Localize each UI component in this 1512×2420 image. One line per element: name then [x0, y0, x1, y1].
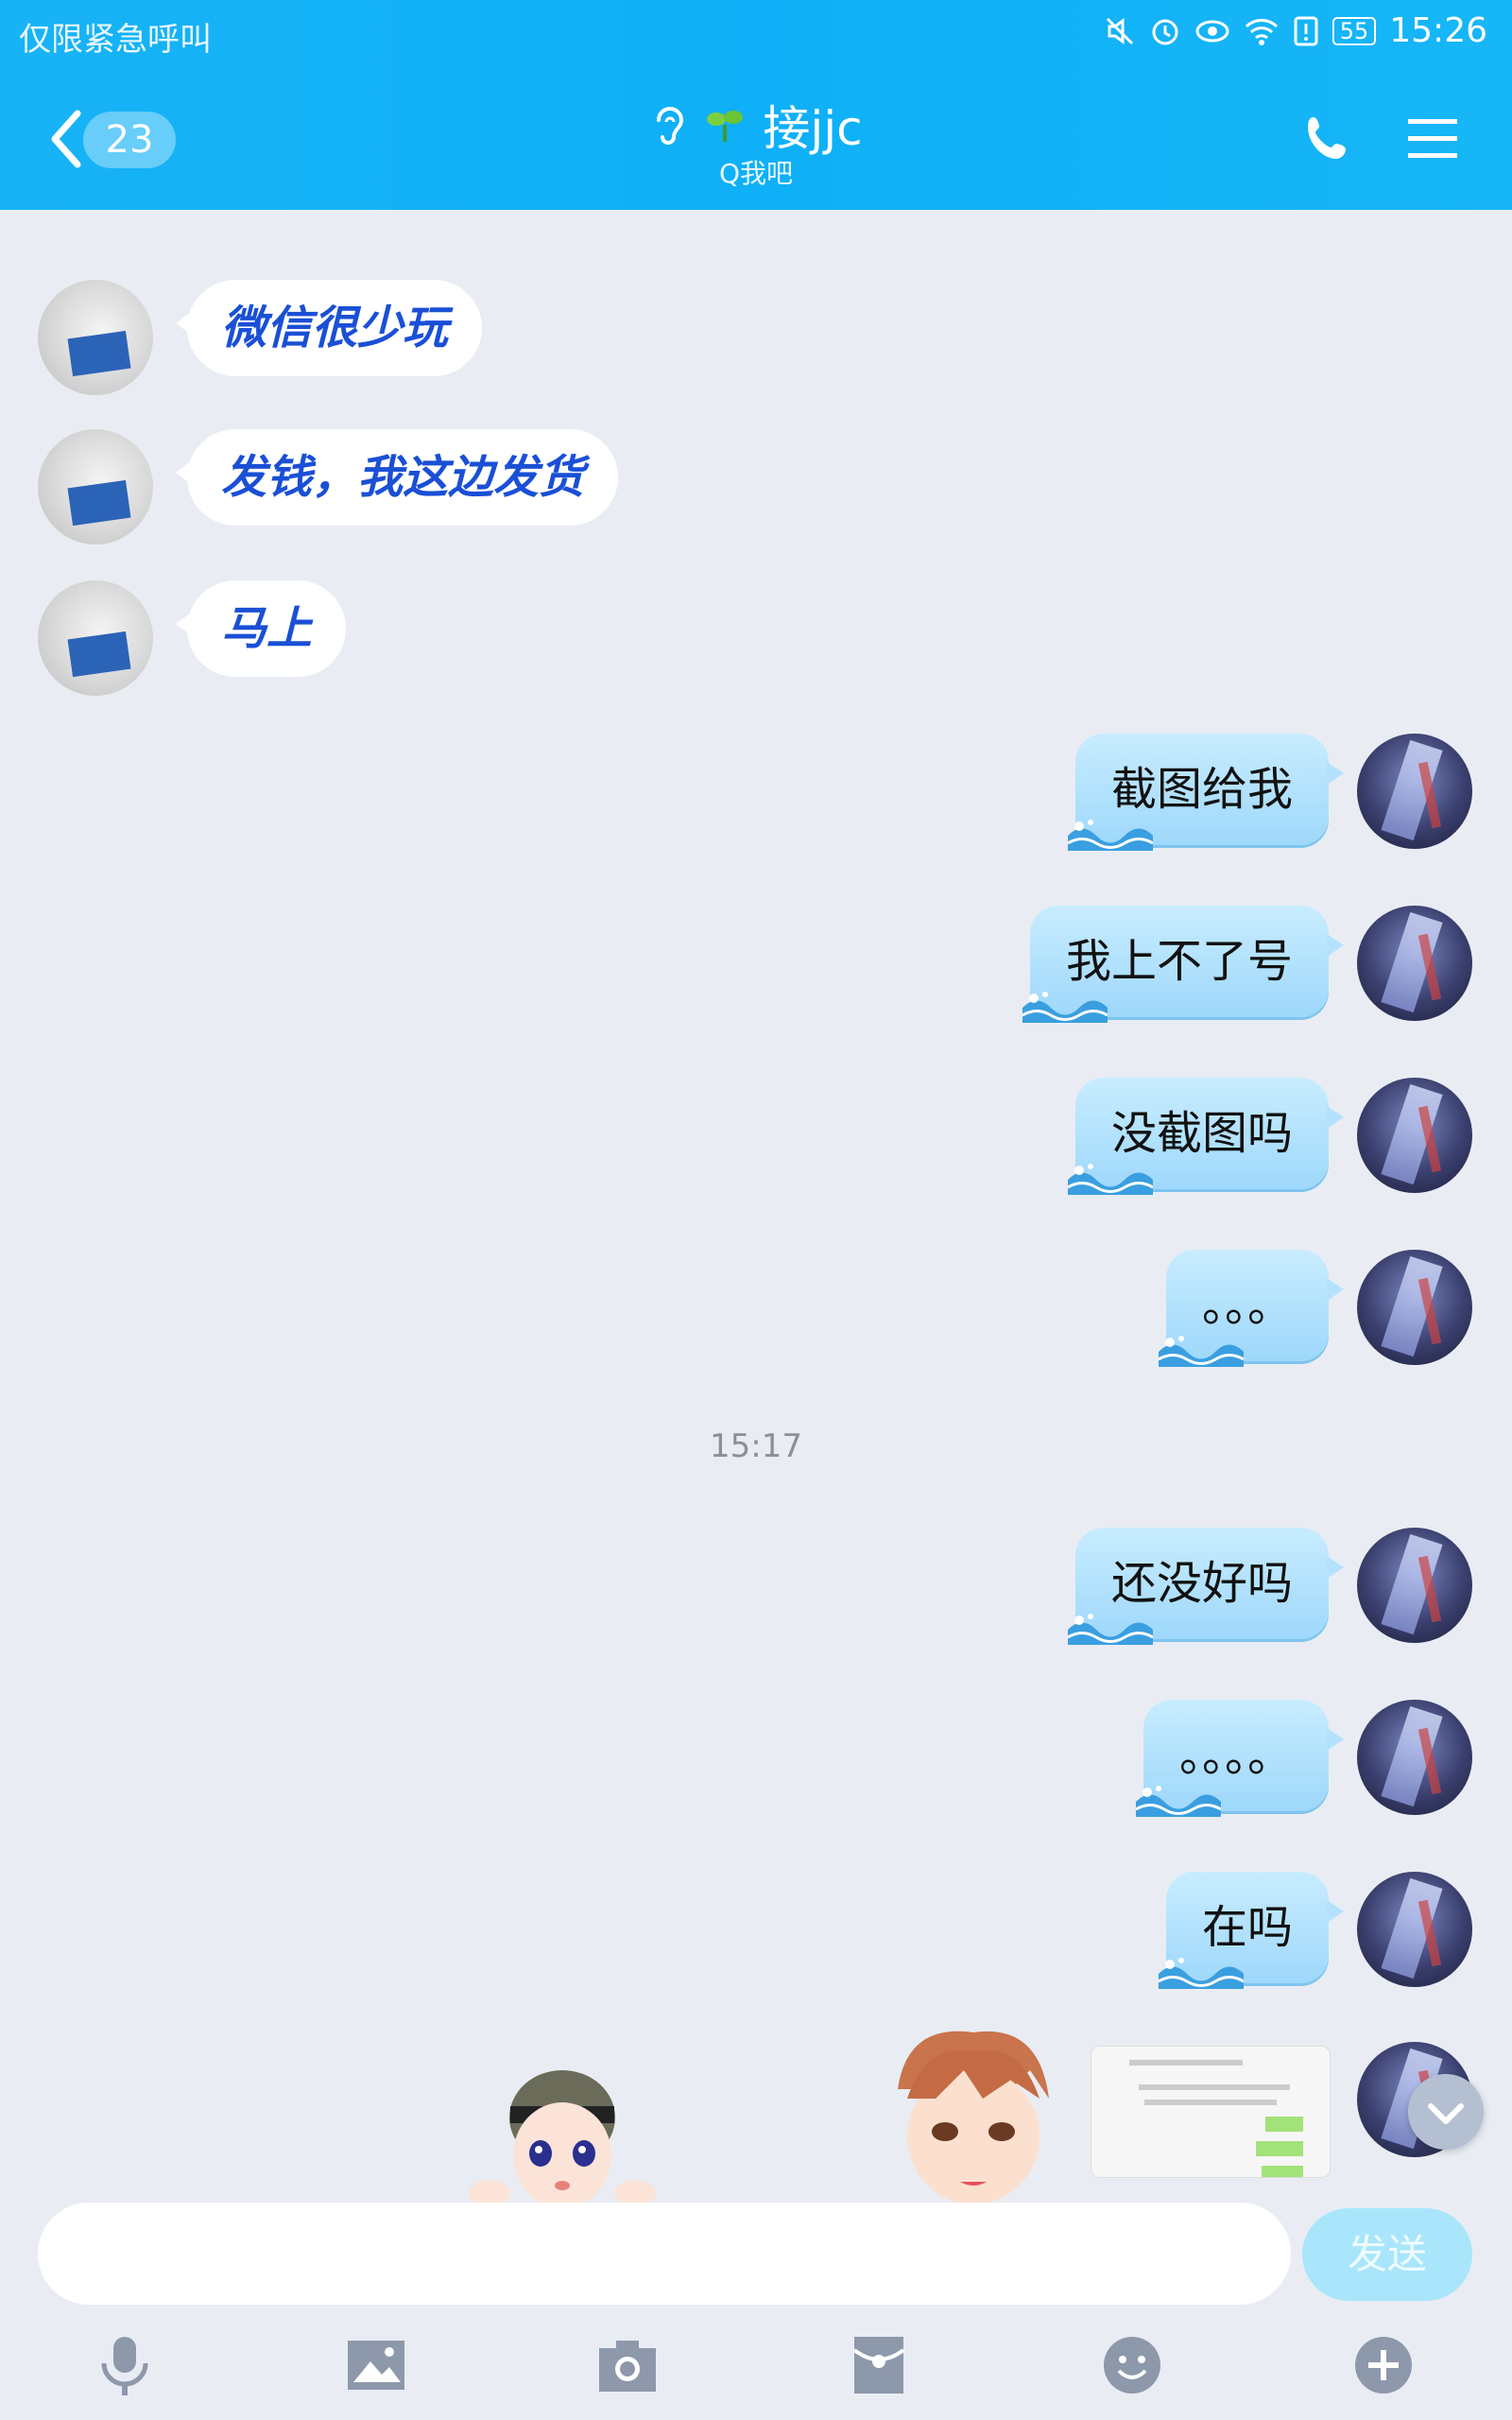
clock: 15:26 [1389, 11, 1487, 50]
ear-icon[interactable] [649, 101, 687, 148]
image-thumbnail[interactable] [1091, 2046, 1331, 2178]
wave-decoration-icon [1067, 820, 1153, 851]
chat-header: 仅限紧急呼叫 55 15:26 23 接jjc Q我吧 [0, 0, 1512, 210]
battery-indicator: 55 [1332, 16, 1377, 45]
my-avatar[interactable] [1357, 1700, 1472, 1815]
emoji-icon[interactable] [1098, 2331, 1166, 2399]
sim-alert-icon [1294, 16, 1318, 45]
eye-icon [1195, 20, 1229, 42]
camera-icon[interactable] [593, 2331, 662, 2399]
wifi-icon [1245, 18, 1278, 45]
mute-icon [1106, 17, 1133, 44]
sent-message[interactable]: 没截图吗 [1067, 1078, 1345, 1195]
red-packet-icon[interactable] [845, 2331, 913, 2399]
sent-message[interactable]: 在吗 [1158, 1872, 1345, 1989]
scroll-down-icon[interactable] [1408, 2074, 1484, 2150]
my-avatar[interactable] [1357, 1250, 1472, 1365]
sent-message[interactable]: 截图给我 [1067, 734, 1345, 851]
input-toolbar [0, 2324, 1512, 2418]
received-message[interactable]: 发钱，我这边发货 [175, 429, 619, 526]
wave-decoration-icon [1067, 1164, 1153, 1195]
sent-message[interactable]: 我上不了号 [1022, 906, 1345, 1023]
sent-message[interactable]: 。。。 [1158, 1250, 1345, 1367]
wave-decoration-icon [1158, 1336, 1244, 1367]
sprout-icon [707, 111, 744, 142]
sent-message[interactable]: 还没好吗 [1067, 1528, 1345, 1645]
chat-title: 接jjc [0, 91, 1512, 159]
time-divider: 15:17 [710, 1427, 802, 1465]
contact-avatar[interactable] [38, 429, 153, 544]
status-icons: 55 15:26 [1104, 11, 1487, 50]
send-button[interactable]: 发送 [1302, 2208, 1472, 2301]
message-input[interactable] [38, 2203, 1291, 2305]
received-message[interactable]: 马上 [175, 580, 347, 677]
contact-avatar[interactable] [38, 580, 153, 696]
plus-icon[interactable] [1349, 2331, 1418, 2399]
microphone-icon[interactable] [91, 2331, 159, 2399]
wave-decoration-icon [1067, 1614, 1153, 1645]
contact-status: Q我吧 [718, 158, 794, 189]
avatar-sticker-boy[interactable] [869, 2014, 1068, 2203]
wave-decoration-icon [1022, 992, 1108, 1023]
contact-name[interactable]: 接jjc [763, 91, 862, 159]
image-icon[interactable] [342, 2331, 410, 2399]
sent-message[interactable]: 。。。。 [1135, 1700, 1345, 1817]
my-avatar[interactable] [1357, 906, 1472, 1021]
phone-icon[interactable] [1302, 112, 1355, 164]
contact-avatar[interactable] [38, 280, 153, 395]
status-bar: 仅限紧急呼叫 55 15:26 [0, 0, 1512, 68]
alarm-icon [1152, 19, 1178, 44]
wave-decoration-icon [1158, 1958, 1244, 1989]
avatar-sticker-girl[interactable] [463, 2061, 662, 2203]
my-avatar[interactable] [1357, 1872, 1472, 1987]
my-avatar[interactable] [1357, 1528, 1472, 1643]
wave-decoration-icon [1135, 1786, 1221, 1817]
received-message[interactable]: 微信很少玩 [175, 280, 483, 376]
menu-icon[interactable] [1404, 112, 1461, 164]
carrier-status: 仅限紧急呼叫 [19, 21, 212, 59]
my-avatar[interactable] [1357, 1078, 1472, 1193]
my-avatar[interactable] [1357, 734, 1472, 849]
